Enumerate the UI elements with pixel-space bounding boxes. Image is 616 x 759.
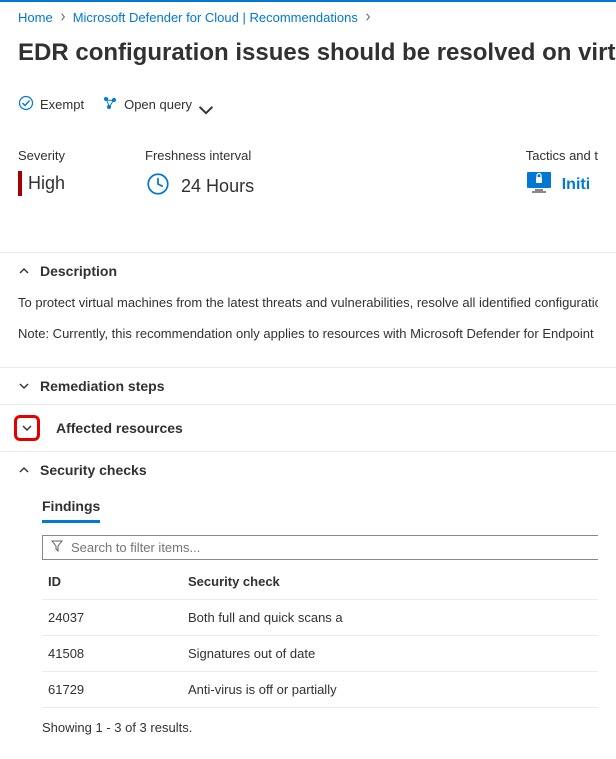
findings-tab[interactable]: Findings: [42, 488, 100, 523]
chevron-up-icon: [18, 265, 30, 277]
description-p2: Note: Currently, this recommendation onl…: [18, 324, 598, 345]
results-summary: Showing 1 - 3 of 3 results.: [42, 708, 598, 747]
section-remediation: Remediation steps: [0, 368, 616, 405]
section-header-security[interactable]: Security checks: [0, 452, 616, 488]
cell-id: 41508: [42, 635, 182, 671]
chevron-down-icon: [198, 102, 208, 108]
col-id[interactable]: ID: [42, 564, 182, 600]
table-row[interactable]: 61729 Anti-virus is off or partially: [42, 671, 598, 707]
freshness-label: Freshness interval: [145, 148, 254, 163]
freshness-value: 24 Hours: [181, 176, 254, 197]
chevron-up-icon: [18, 464, 30, 476]
table-row[interactable]: 24037 Both full and quick scans a: [42, 599, 598, 635]
cell-check: Anti-virus is off or partially: [182, 671, 598, 707]
tactics-link[interactable]: Initi: [526, 171, 598, 198]
query-icon: [102, 95, 118, 114]
chevron-right-icon: [59, 12, 67, 24]
section-title: Remediation steps: [40, 378, 164, 394]
open-query-label: Open query: [124, 97, 192, 112]
section-affected: Affected resources: [0, 405, 616, 452]
section-security: Security checks Findings ID Security che…: [0, 452, 616, 759]
exempt-button[interactable]: Exempt: [18, 95, 84, 114]
description-p1: To protect virtual machines from the lat…: [18, 293, 598, 314]
clock-icon: [145, 171, 171, 202]
description-body: To protect virtual machines from the lat…: [0, 289, 616, 367]
breadcrumb: Home Microsoft Defender for Cloud | Reco…: [0, 2, 616, 35]
severity-block: Severity High: [18, 148, 65, 202]
chevron-down-icon: [18, 380, 30, 392]
highlighted-chevron: [14, 415, 40, 441]
tactics-label: Tactics and t: [526, 148, 598, 163]
cell-check: Both full and quick scans a: [182, 599, 598, 635]
severity-value: High: [18, 171, 65, 196]
section-title: Description: [40, 263, 117, 279]
action-bar: Exempt Open query: [0, 79, 616, 124]
search-box[interactable]: [42, 535, 598, 560]
table-row[interactable]: 41508 Signatures out of date: [42, 635, 598, 671]
search-input[interactable]: [71, 540, 590, 555]
chevron-right-icon: [364, 12, 372, 24]
monitor-lock-icon: [526, 171, 552, 198]
severity-label: Severity: [18, 148, 65, 163]
chevron-down-icon: [21, 422, 33, 434]
section-title: Affected resources: [56, 420, 183, 436]
section-header-description[interactable]: Description: [0, 253, 616, 289]
open-query-button[interactable]: Open query: [102, 95, 208, 114]
section-description: Description To protect virtual machines …: [0, 253, 616, 368]
col-check[interactable]: Security check: [182, 564, 598, 600]
exempt-icon: [18, 95, 34, 114]
freshness-block: Freshness interval 24 Hours: [145, 148, 254, 202]
tactics-value: Initi: [562, 176, 590, 194]
section-header-affected[interactable]: Affected resources: [0, 405, 616, 451]
cell-check: Signatures out of date: [182, 635, 598, 671]
exempt-label: Exempt: [40, 97, 84, 112]
findings-table: ID Security check 24037 Both full and qu…: [42, 564, 598, 708]
breadcrumb-parent[interactable]: Microsoft Defender for Cloud | Recommend…: [73, 10, 358, 25]
section-title: Security checks: [40, 462, 147, 478]
info-row: Severity High Freshness interval 24 Hour…: [0, 124, 616, 210]
section-header-remediation[interactable]: Remediation steps: [0, 368, 616, 404]
filter-icon: [51, 540, 63, 555]
breadcrumb-home[interactable]: Home: [18, 10, 53, 25]
tactics-block: Tactics and t Initi: [526, 148, 598, 202]
cell-id: 24037: [42, 599, 182, 635]
page-title: EDR configuration issues should be resol…: [0, 35, 616, 79]
cell-id: 61729: [42, 671, 182, 707]
